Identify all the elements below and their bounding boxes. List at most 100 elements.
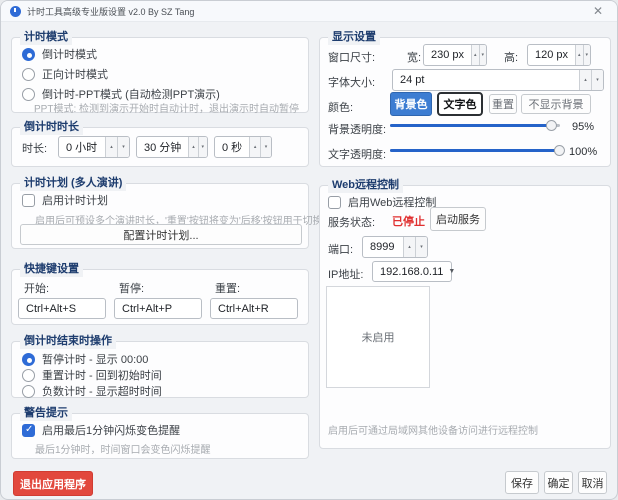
text-opacity-slider[interactable] <box>390 144 560 156</box>
radio-end-reset-label: 重置计时 - 回到初始时间 <box>42 367 162 383</box>
save-button[interactable]: 保存 <box>505 471 539 494</box>
bg-opacity-value: 95% <box>572 121 594 133</box>
start-service-button[interactable]: 启动服务 <box>430 207 486 231</box>
web-remote-group: Web远程控制 启用Web远程控制 服务状态: 已停止 启动服务 端口: 899… <box>319 185 611 449</box>
no-background-button[interactable]: 不显示背景 <box>521 94 591 114</box>
dropdown-arrow-icon: ▼ <box>448 268 455 275</box>
hours-down-icon[interactable]: ▾ <box>117 137 129 157</box>
timing-mode-option-countdown[interactable]: 倒计时模式 <box>22 46 97 62</box>
configure-plan-button[interactable]: 配置计时计划... <box>20 224 302 245</box>
display-settings-group: 显示设置 窗口尺寸: 宽: 230 px ▴ ▾ 高: 120 px ▴ ▾ 字… <box>319 37 611 167</box>
seconds-value: 0 秒 <box>215 137 249 157</box>
cancel-button[interactable]: 取消 <box>578 471 607 494</box>
web-remote-enable-label: 启用Web远程控制 <box>348 194 436 210</box>
timing-mode-group: 计时模式 倒计时模式 正向计时模式 倒计时-PPT模式 (自动检测PPT演示) … <box>11 37 309 113</box>
hotkey-pause-input[interactable]: Ctrl+Alt+P <box>114 298 202 319</box>
radio-end-negative-label: 负数计时 - 显示超时时间 <box>42 383 162 399</box>
font-size-spinner[interactable]: 24 pt ▴ ▾ <box>392 69 604 91</box>
height-up-icon[interactable]: ▴ <box>575 45 582 65</box>
ok-button[interactable]: 确定 <box>544 471 573 494</box>
width-up-icon[interactable]: ▴ <box>471 45 478 65</box>
minutes-spinner[interactable]: 30 分钟 ▴ ▾ <box>136 136 208 158</box>
web-remote-note: 启用后可通过局域网其他设备访问进行远程控制 <box>328 422 538 437</box>
hours-up-icon[interactable]: ▴ <box>105 137 117 157</box>
radio-countdown[interactable] <box>22 48 35 61</box>
minutes-value: 30 分钟 <box>137 137 188 157</box>
end-action-group: 倒计时结束时操作 暂停计时 - 显示 00:00 重置计时 - 回到初始时间 负… <box>11 341 309 398</box>
width-spinner[interactable]: 230 px ▴ ▾ <box>423 44 487 66</box>
port-down-icon[interactable]: ▾ <box>415 237 427 257</box>
warning-enable-row[interactable]: 启用最后1分钟闪烁变色提醒 <box>22 422 180 438</box>
text-color-button[interactable]: 文字色 <box>437 92 483 116</box>
end-action-reset-row[interactable]: 重置计时 - 回到初始时间 <box>22 367 162 383</box>
hotkeys-group: 快捷键设置 开始: 暂停: 重置: Ctrl+Alt+S Ctrl+Alt+P … <box>11 269 309 325</box>
qr-code-placeholder: 未启用 <box>326 286 430 388</box>
end-action-title: 倒计时结束时操作 <box>20 334 116 349</box>
close-icon[interactable]: ✕ <box>588 3 608 19</box>
warning-title: 警告提示 <box>20 406 72 421</box>
window-size-label: 窗口尺寸: <box>328 49 375 65</box>
enable-timing-plan-checkbox[interactable] <box>22 194 35 207</box>
web-remote-title: Web远程控制 <box>328 178 403 193</box>
timing-plan-title: 计时计划 (多人演讲) <box>20 176 126 191</box>
countdown-duration-group: 倒计时时长 时长: 0 小时 ▴ ▾ 30 分钟 ▴ ▾ 0 秒 ▴ ▾ <box>11 127 309 167</box>
height-down-icon[interactable]: ▾ <box>583 45 590 65</box>
font-size-value: 24 pt <box>393 70 579 90</box>
hotkey-start-input[interactable]: Ctrl+Alt+S <box>18 298 106 319</box>
hotkeys-title: 快捷键设置 <box>20 262 83 277</box>
font-size-down-icon[interactable]: ▾ <box>591 70 603 90</box>
radio-end-reset[interactable] <box>22 369 35 382</box>
qr-placeholder-text: 未启用 <box>362 329 395 345</box>
width-down-icon[interactable]: ▾ <box>479 45 486 65</box>
timing-mode-option-countup[interactable]: 正向计时模式 <box>22 66 108 82</box>
port-value: 8999 <box>363 237 403 257</box>
background-color-button[interactable]: 背景色 <box>390 92 432 116</box>
countdown-duration-title: 倒计时时长 <box>20 120 83 135</box>
height-label: 高: <box>504 49 518 65</box>
timing-plan-group: 计时计划 (多人演讲) 启用计时计划 启用后可预设多个演讲时长，'重置'按钮将变… <box>11 183 309 249</box>
height-spinner[interactable]: 120 px ▴ ▾ <box>527 44 591 66</box>
enable-timing-plan-row[interactable]: 启用计时计划 <box>22 192 108 208</box>
minutes-up-icon[interactable]: ▴ <box>188 137 197 157</box>
web-remote-enable-row[interactable]: 启用Web远程控制 <box>328 194 436 210</box>
bg-opacity-label: 背景透明度: <box>328 121 386 137</box>
warning-group: 警告提示 启用最后1分钟闪烁变色提醒 最后1分钟时，时间窗口会变色闪烁提醒 <box>11 413 309 459</box>
ip-address-dropdown[interactable]: 192.168.0.11 ▼ <box>372 261 452 282</box>
radio-end-pause[interactable] <box>22 353 35 366</box>
port-spinner[interactable]: 8999 ▴ ▾ <box>362 236 428 258</box>
exit-app-button[interactable]: 退出应用程序 <box>13 471 93 496</box>
seconds-spinner[interactable]: 0 秒 ▴ ▾ <box>214 136 272 158</box>
bg-opacity-slider[interactable] <box>390 119 560 131</box>
end-action-negative-row[interactable]: 负数计时 - 显示超时时间 <box>22 383 162 399</box>
web-remote-enable-checkbox[interactable] <box>328 196 341 209</box>
text-opacity-fill <box>390 149 560 152</box>
settings-window: 计时工具高级专业版设置 v2.0 By SZ Tang ✕ 计时模式 倒计时模式… <box>0 0 618 500</box>
width-label: 宽: <box>407 49 421 65</box>
seconds-down-icon[interactable]: ▾ <box>260 137 271 157</box>
radio-countdown-label: 倒计时模式 <box>42 46 97 62</box>
seconds-up-icon[interactable]: ▴ <box>249 137 260 157</box>
hours-value: 0 小时 <box>59 137 105 157</box>
height-value: 120 px <box>528 45 575 65</box>
radio-end-negative[interactable] <box>22 385 35 398</box>
hours-spinner[interactable]: 0 小时 ▴ ▾ <box>58 136 130 158</box>
bg-opacity-fill <box>390 124 552 127</box>
text-opacity-thumb[interactable] <box>554 145 565 156</box>
minutes-down-icon[interactable]: ▾ <box>198 137 207 157</box>
radio-countup[interactable] <box>22 68 35 81</box>
ppt-mode-note: PPT模式: 检测到演示开始时自动计时，退出演示时自动暂停 <box>34 100 299 115</box>
service-status-label: 服务状态: <box>328 214 375 230</box>
app-clock-icon <box>10 6 21 17</box>
radio-ppt[interactable] <box>22 88 35 101</box>
font-size-up-icon[interactable]: ▴ <box>579 70 591 90</box>
hotkey-start-label: 开始: <box>24 280 49 296</box>
enable-timing-plan-label: 启用计时计划 <box>42 192 108 208</box>
hotkey-reset-input[interactable]: Ctrl+Alt+R <box>210 298 298 319</box>
color-label: 颜色: <box>328 99 353 115</box>
end-action-pause-row[interactable]: 暂停计时 - 显示 00:00 <box>22 351 148 367</box>
color-reset-button[interactable]: 重置 <box>489 94 517 114</box>
port-label: 端口: <box>328 241 353 257</box>
port-up-icon[interactable]: ▴ <box>403 237 415 257</box>
bg-opacity-thumb[interactable] <box>545 120 556 131</box>
warning-enable-checkbox[interactable] <box>22 424 35 437</box>
